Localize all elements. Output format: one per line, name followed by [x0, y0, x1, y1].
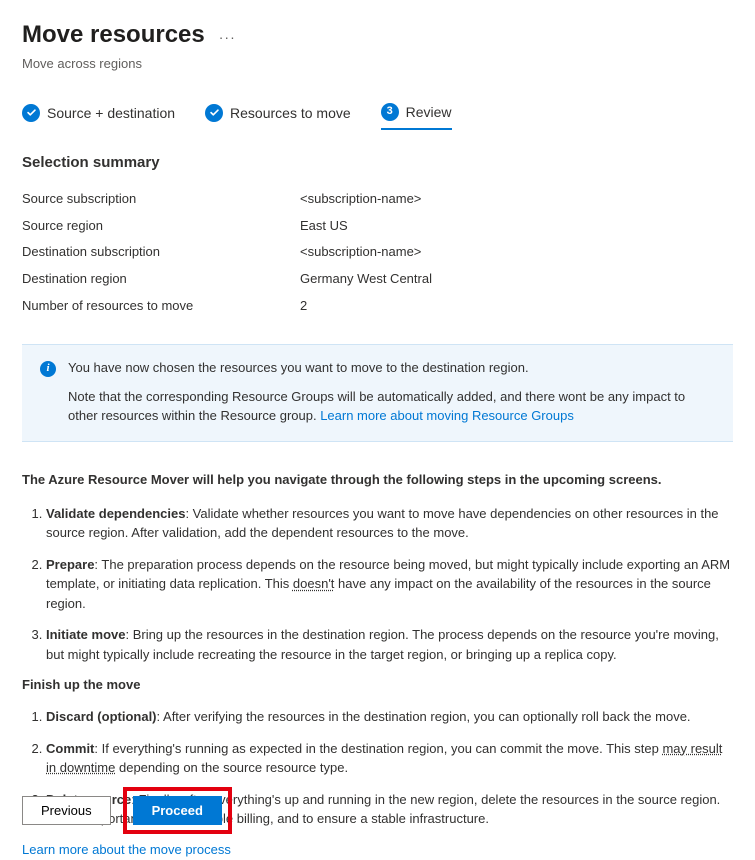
info-text-line2: Note that the corresponding Resource Gro… [68, 388, 715, 426]
learn-more-resource-groups-link[interactable]: Learn more about moving Resource Groups [320, 408, 574, 423]
table-row: Destination subscription <subscription-n… [22, 239, 733, 266]
summary-label: Source region [22, 217, 300, 236]
list-item: Discard (optional): After verifying the … [46, 707, 733, 727]
learn-more-process-link[interactable]: Learn more about the move process [22, 842, 231, 857]
step-source-destination[interactable]: Source + destination [22, 102, 175, 130]
check-icon [205, 104, 223, 122]
more-actions-icon[interactable]: ··· [219, 27, 236, 47]
summary-value: Germany West Central [300, 270, 432, 289]
selection-summary-table: Source subscription <subscription-name> … [22, 186, 733, 320]
check-icon [22, 104, 40, 122]
step-label: Source + destination [47, 103, 175, 123]
step-number-badge: 3 [381, 103, 399, 121]
summary-label: Source subscription [22, 190, 300, 209]
page-subtitle: Move across regions [22, 55, 733, 74]
previous-button[interactable]: Previous [22, 796, 111, 825]
info-text-line1: You have now chosen the resources you wa… [68, 359, 715, 378]
summary-label: Number of resources to move [22, 297, 300, 316]
page-title: Move resources [22, 18, 205, 53]
proceed-button[interactable]: Proceed [133, 796, 222, 825]
table-row: Number of resources to move 2 [22, 293, 733, 320]
step-label: Resources to move [230, 103, 351, 123]
summary-value: <subscription-name> [300, 190, 421, 209]
step-resources-to-move[interactable]: Resources to move [205, 102, 351, 130]
summary-label: Destination subscription [22, 243, 300, 262]
summary-label: Destination region [22, 270, 300, 289]
list-item: Initiate move: Bring up the resources in… [46, 625, 733, 664]
list-item: Commit: If everything's running as expec… [46, 739, 733, 778]
step-label: Review [406, 102, 452, 122]
list-item: Validate dependencies: Validate whether … [46, 504, 733, 543]
summary-value: East US [300, 217, 348, 236]
table-row: Source region East US [22, 213, 733, 240]
upcoming-steps-list: Validate dependencies: Validate whether … [22, 504, 733, 665]
highlight-annotation: Proceed [123, 787, 232, 834]
summary-value: <subscription-name> [300, 243, 421, 262]
list-item: Prepare: The preparation process depends… [46, 555, 733, 614]
info-icon: i [40, 361, 56, 377]
finish-heading: Finish up the move [22, 676, 733, 695]
wizard-stepper: Source + destination Resources to move 3… [22, 102, 733, 130]
wizard-footer: Previous Proceed [22, 787, 232, 834]
info-banner: i You have now chosen the resources you … [22, 344, 733, 443]
intro-heading: The Azure Resource Mover will help you n… [22, 470, 733, 490]
table-row: Destination region Germany West Central [22, 266, 733, 293]
table-row: Source subscription <subscription-name> [22, 186, 733, 213]
selection-summary-heading: Selection summary [22, 152, 733, 174]
summary-value: 2 [300, 297, 307, 316]
step-review[interactable]: 3 Review [381, 102, 452, 130]
